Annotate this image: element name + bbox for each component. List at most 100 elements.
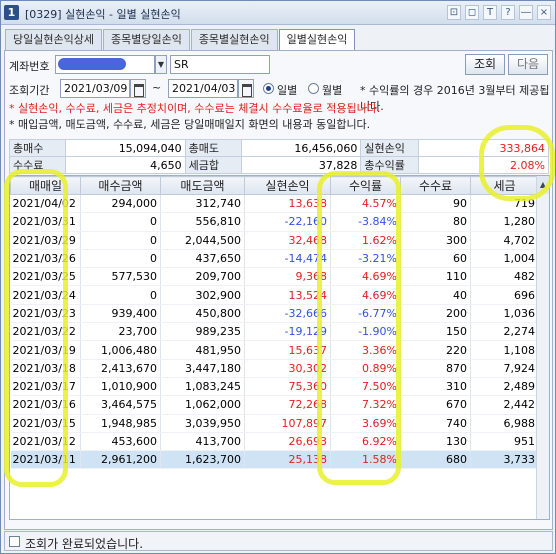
window-title: [0329] 실현손익 - 일별 실현손익 xyxy=(25,8,181,21)
cell-trade-date: 2021/03/19 xyxy=(10,340,81,360)
tab-stock-today-pnl[interactable]: 종목별당일손익 xyxy=(102,29,190,50)
link-icon[interactable]: ⊡ xyxy=(447,5,461,20)
restore-icon[interactable]: ◻ xyxy=(465,5,479,20)
status-bar: 조회가 완료되었습니다. xyxy=(4,531,553,551)
scroll-up-icon[interactable]: ▲ xyxy=(537,176,549,194)
cell-return-rate: 0.89% xyxy=(330,359,401,378)
cell-realized-pnl: 13,524 xyxy=(244,285,331,305)
tab-content: 계좌번호 ▼ SR 조회 다음 조회기간 2021/03/09 ~ 2021/0… xyxy=(4,50,553,530)
table-row[interactable]: 2021/03/22 23,700 989,235 -19,129 -1.90% 150 2… xyxy=(10,322,539,342)
cell-fee: 740 xyxy=(400,414,471,433)
radio-daily[interactable] xyxy=(263,83,274,94)
table-row[interactable]: 2021/03/24 0 302,900 13,524 4.69% 40 696 xyxy=(10,285,539,305)
cell-buy-amount: 1,010,900 xyxy=(80,377,161,397)
cell-tax: 951 xyxy=(470,432,539,452)
col-fee[interactable]: 수수료 xyxy=(400,176,471,195)
cell-fee: 80 xyxy=(400,212,471,232)
table-row[interactable]: 2021/03/29 0 2,044,500 32,468 1.62% 300 4,702 xyxy=(10,231,539,250)
cell-fee: 130 xyxy=(400,432,471,452)
cell-buy-amount: 23,700 xyxy=(80,322,161,342)
table-row[interactable]: 2021/03/25 577,530 209,700 9,368 4.69% 110 482 xyxy=(10,267,539,287)
cell-sell-amount: 312,740 xyxy=(160,194,245,214)
help-icon[interactable]: ? xyxy=(501,5,515,20)
note-same-as-journal: * 매입금액, 매도금액, 수수료, 세금은 당일매매일지 화면의 내용과 동일… xyxy=(9,118,371,131)
cell-buy-amount: 294,000 xyxy=(80,194,161,214)
tab-daily-realized-pnl[interactable]: 일별실현손익 xyxy=(278,29,356,51)
summary-label: 수수료 xyxy=(9,156,66,174)
cell-fee: 220 xyxy=(400,340,471,360)
date-to-input[interactable]: 2021/04/03 xyxy=(168,79,238,98)
cell-trade-date: 2021/03/17 xyxy=(10,377,81,397)
table-row[interactable]: 2021/03/31 0 556,810 -22,160 -3.84% 80 1,280 xyxy=(10,212,539,232)
minimize-icon[interactable]: ― xyxy=(519,5,533,20)
table-row[interactable]: 2021/03/12 453,600 413,700 26,693 6.92% 130 95… xyxy=(10,432,539,452)
cell-realized-pnl: 15,637 xyxy=(244,340,331,360)
summary-label: 총매도 xyxy=(184,139,242,157)
table-row[interactable]: 2021/03/26 0 437,650 -14,474 -3.21% 60 1,004 xyxy=(10,249,539,269)
cell-trade-date: 2021/03/24 xyxy=(10,285,81,305)
cell-buy-amount: 1,948,985 xyxy=(80,414,161,433)
grid-body: 2021/04/02 294,000 312,740 13,638 4.57% 90 719… xyxy=(10,194,539,470)
col-sell-amount[interactable]: 매도금액 xyxy=(160,176,245,195)
cell-return-rate: 3.69% xyxy=(330,414,401,433)
radio-monthly[interactable] xyxy=(308,83,319,94)
cell-fee: 90 xyxy=(400,194,471,214)
cell-sell-amount: 450,800 xyxy=(160,304,245,324)
summary-realized-pnl: 333,864 xyxy=(418,139,549,157)
cell-fee: 680 xyxy=(400,450,471,470)
table-row[interactable]: 2021/03/19 1,006,480 481,950 15,637 3.36% 220… xyxy=(10,340,539,360)
cell-return-rate: -3.21% xyxy=(330,249,401,269)
window-controls: ⊡ ◻ T ? ― × xyxy=(447,5,551,20)
table-row[interactable]: 2021/03/18 2,413,670 3,447,180 30,302 0.89% 8… xyxy=(10,359,539,378)
cell-trade-date: 2021/03/15 xyxy=(10,414,81,433)
account-number-input[interactable] xyxy=(55,55,155,74)
tab-bar: 당일실현손익상세 종목별당일손익 종목별실현손익 일별실현손익 xyxy=(5,29,356,51)
calendar-to-icon[interactable] xyxy=(238,79,254,98)
tab-stock-realized-pnl[interactable]: 종목별실현손익 xyxy=(190,29,278,50)
cell-buy-amount: 2,961,200 xyxy=(80,450,161,470)
cell-return-rate: -1.90% xyxy=(330,322,401,342)
table-row[interactable]: 2021/04/02 294,000 312,740 13,638 4.57% 90 719 xyxy=(10,194,539,214)
account-dropdown-arrow[interactable]: ▼ xyxy=(155,55,167,74)
next-button[interactable]: 다음 xyxy=(508,54,548,75)
col-buy-amount[interactable]: 매수금액 xyxy=(80,176,161,195)
cell-sell-amount: 209,700 xyxy=(160,267,245,287)
col-realized-pnl[interactable]: 실현손익 xyxy=(244,176,331,195)
title-bar[interactable]: 1 [0329] 실현손익 - 일별 실현손익 ⊡ ◻ T ? ― × xyxy=(1,1,555,25)
cell-sell-amount: 989,235 xyxy=(160,322,245,342)
cell-return-rate: 7.32% xyxy=(330,395,401,415)
cell-fee: 200 xyxy=(400,304,471,324)
account-name-field: SR xyxy=(170,55,270,74)
table-row[interactable]: 2021/03/17 1,010,900 1,083,245 75,360 7.50% 3… xyxy=(10,377,539,397)
query-button[interactable]: 조회 xyxy=(465,54,505,75)
table-row[interactable]: 2021/03/15 1,948,985 3,039,950 107,897 3.69%… xyxy=(10,414,539,433)
calendar-from-icon[interactable] xyxy=(130,79,146,98)
table-row[interactable]: 2021/03/11 2,961,200 1,623,700 25,138 1.58% 6… xyxy=(10,450,539,470)
cell-trade-date: 2021/04/02 xyxy=(10,194,81,214)
cell-realized-pnl: 13,638 xyxy=(244,194,331,214)
cell-return-rate: 1.58% xyxy=(330,450,401,470)
grid-scrollbar[interactable]: ▲ xyxy=(536,176,549,519)
table-row[interactable]: 2021/03/23 939,400 450,800 -32,666 -6.77% 200… xyxy=(10,304,539,324)
cell-buy-amount: 0 xyxy=(80,249,161,269)
cell-tax: 719 xyxy=(470,194,539,214)
date-from-input[interactable]: 2021/03/09 xyxy=(60,79,130,98)
daily-pnl-grid[interactable]: 매매일 매수금액 매도금액 실현손익 수익률 수수료 세금 2021/04/02… xyxy=(9,175,550,520)
period-label: 조회기간 xyxy=(9,84,50,97)
close-icon[interactable]: × xyxy=(537,5,551,20)
cell-return-rate: -6.77% xyxy=(330,304,401,324)
font-size-icon[interactable]: T xyxy=(483,5,497,20)
cell-buy-amount: 1,006,480 xyxy=(80,340,161,360)
cell-fee: 670 xyxy=(400,395,471,415)
date-range-tilde: ~ xyxy=(152,81,162,94)
col-return-rate[interactable]: 수익률 xyxy=(330,176,401,195)
col-tax[interactable]: 세금 xyxy=(470,176,539,195)
table-row[interactable]: 2021/03/16 3,464,575 1,062,000 72,268 7.32% 6… xyxy=(10,395,539,415)
col-trade-date[interactable]: 매매일 xyxy=(10,176,81,195)
tab-today-realized-detail[interactable]: 당일실현손익상세 xyxy=(5,29,102,50)
cell-sell-amount: 481,950 xyxy=(160,340,245,360)
cell-fee: 310 xyxy=(400,377,471,397)
app-window: 1 [0329] 실현손익 - 일별 실현손익 ⊡ ◻ T ? ― × 당일실현… xyxy=(0,0,556,554)
cell-realized-pnl: 25,138 xyxy=(244,450,331,470)
cell-fee: 870 xyxy=(400,359,471,378)
